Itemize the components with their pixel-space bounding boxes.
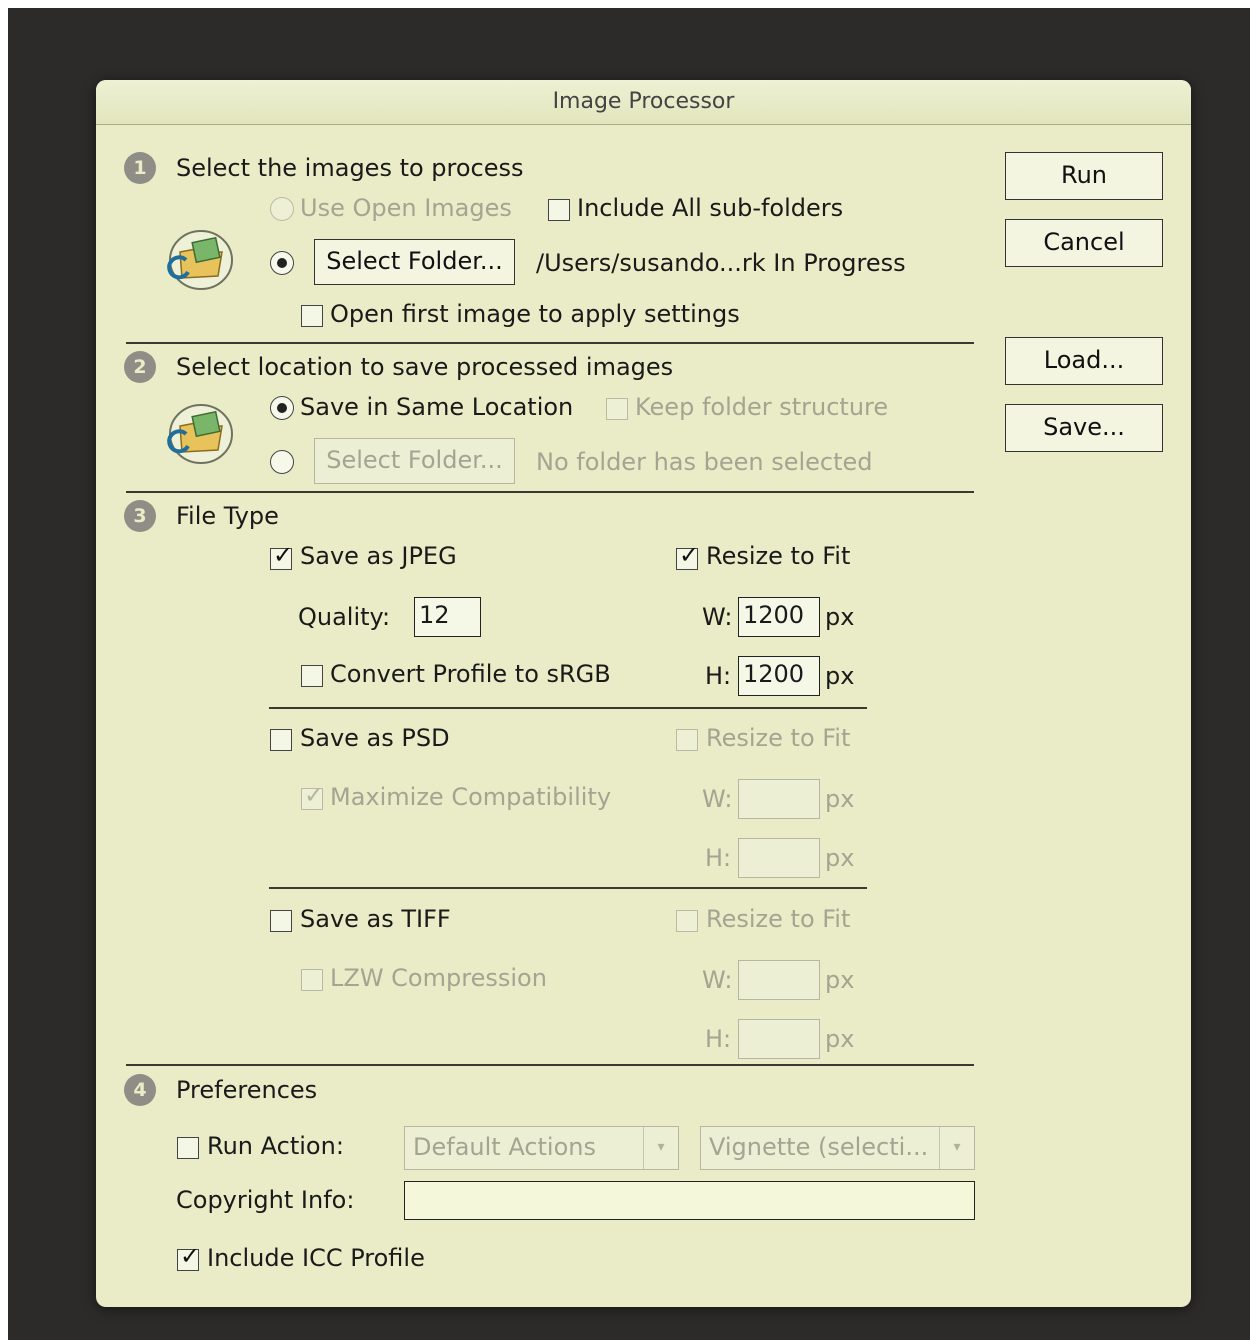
psd-height-label: H: — [705, 844, 732, 872]
convert-srgb-label: Convert Profile to sRGB — [330, 660, 611, 688]
jpeg-resize-to-fit-label: Resize to Fit — [706, 542, 851, 570]
tiff-width-unit: px — [825, 966, 855, 994]
section4-heading: Preferences — [176, 1076, 318, 1104]
tiff-height-unit: px — [825, 1025, 855, 1053]
run-action-label: Run Action: — [207, 1132, 344, 1160]
psd-width-label: W: — [702, 785, 733, 813]
select-folder-radio[interactable] — [270, 251, 294, 275]
jpeg-height-unit: px — [825, 662, 855, 690]
folder-image-icon — [167, 404, 233, 464]
jpeg-height-field[interactable]: 1200 — [738, 656, 820, 696]
maximize-compatibility-checkbox[interactable]: ✓ — [301, 783, 324, 810]
save-same-location-label: Save in Same Location — [300, 393, 574, 421]
checkmark-icon: ✓ — [273, 541, 294, 569]
include-icc-label: Include ICC Profile — [207, 1244, 425, 1272]
save-as-psd-label: Save as PSD — [300, 724, 450, 752]
tiff-height-field[interactable] — [738, 1019, 820, 1059]
lzw-compression-label: LZW Compression — [330, 964, 547, 992]
tiff-resize-to-fit-label: Resize to Fit — [706, 905, 851, 933]
jpeg-quality-field[interactable]: 12 — [414, 597, 481, 637]
copyright-field[interactable] — [404, 1181, 975, 1220]
convert-srgb-checkbox[interactable] — [301, 665, 323, 687]
jpeg-width-unit: px — [825, 603, 855, 631]
psd-resize-to-fit-label: Resize to Fit — [706, 724, 851, 752]
radio-selected-dot — [277, 258, 287, 268]
dialog-title: Image Processor — [96, 80, 1191, 125]
tiff-width-field[interactable] — [738, 960, 820, 1000]
step-1-badge: 1 — [124, 152, 156, 184]
section-divider — [126, 491, 974, 493]
run-action-checkbox[interactable] — [177, 1137, 199, 1159]
run-button[interactable]: Run — [1005, 152, 1163, 200]
section1-heading: Select the images to process — [176, 154, 524, 182]
save-as-tiff-label: Save as TIFF — [300, 905, 451, 933]
image-processor-dialog: Image Processor 1 Select the images to p… — [96, 80, 1191, 1307]
folder-image-icon — [167, 230, 233, 290]
use-open-images-label: Use Open Images — [300, 194, 512, 222]
radio-selected-dot — [277, 403, 287, 413]
include-subfolders-checkbox[interactable] — [548, 199, 570, 221]
step-4-badge: 4 — [124, 1074, 156, 1106]
action-set-value: Default Actions — [413, 1133, 596, 1161]
jpeg-width-label: W: — [702, 603, 733, 631]
tiff-width-label: W: — [702, 966, 733, 994]
include-subfolders-label: Include All sub-folders — [577, 194, 844, 222]
section-divider — [126, 1064, 974, 1066]
checkmark-icon: ✓ — [679, 541, 700, 569]
keep-folder-structure-checkbox[interactable] — [606, 398, 628, 420]
load-button[interactable]: Load... — [1005, 337, 1163, 385]
action-set-dropdown[interactable]: Default Actions ▾ — [404, 1126, 679, 1170]
jpeg-quality-label: Quality: — [298, 603, 391, 631]
checkmark-icon: ✓ — [304, 781, 325, 809]
psd-resize-to-fit-checkbox[interactable] — [676, 729, 698, 751]
copyright-label: Copyright Info: — [176, 1186, 355, 1214]
section-divider — [126, 342, 974, 344]
psd-width-field[interactable] — [738, 779, 820, 819]
filetype-divider — [269, 707, 867, 709]
save-as-jpeg-checkbox[interactable]: ✓ — [270, 543, 293, 570]
maximize-compatibility-label: Maximize Compatibility — [330, 783, 612, 811]
psd-width-unit: px — [825, 785, 855, 813]
include-icc-checkbox[interactable]: ✓ — [177, 1244, 200, 1271]
source-folder-path: /Users/susando...rk In Progress — [536, 249, 906, 277]
keep-folder-structure-label: Keep folder structure — [635, 393, 889, 421]
filetype-divider — [269, 887, 867, 889]
lzw-compression-checkbox[interactable] — [301, 969, 323, 991]
chevron-down-icon: ▾ — [939, 1127, 974, 1169]
section2-heading: Select location to save processed images — [176, 353, 674, 381]
psd-height-unit: px — [825, 844, 855, 872]
select-destination-folder-button[interactable]: Select Folder... — [314, 438, 515, 484]
use-open-images-radio[interactable] — [270, 197, 294, 221]
checkmark-icon: ✓ — [180, 1242, 201, 1270]
save-button[interactable]: Save... — [1005, 404, 1163, 452]
jpeg-width-field[interactable]: 1200 — [738, 597, 820, 637]
jpeg-height-label: H: — [705, 662, 732, 690]
tiff-resize-to-fit-checkbox[interactable] — [676, 910, 698, 932]
select-source-folder-button[interactable]: Select Folder... — [314, 239, 515, 285]
destination-folder-status: No folder has been selected — [536, 448, 873, 476]
open-first-image-checkbox[interactable] — [301, 305, 323, 327]
save-same-location-radio[interactable] — [270, 396, 294, 420]
open-first-image-label: Open first image to apply settings — [330, 300, 740, 328]
jpeg-resize-to-fit-checkbox[interactable]: ✓ — [676, 543, 699, 570]
psd-height-field[interactable] — [738, 838, 820, 878]
tiff-height-label: H: — [705, 1025, 732, 1053]
step-3-badge: 3 — [124, 500, 156, 532]
step-2-badge: 2 — [124, 351, 156, 383]
save-as-tiff-checkbox[interactable] — [270, 910, 292, 932]
chevron-down-icon: ▾ — [643, 1127, 678, 1169]
section3-heading: File Type — [176, 502, 279, 530]
select-destination-radio[interactable] — [270, 450, 294, 474]
save-as-psd-checkbox[interactable] — [270, 729, 292, 751]
action-dropdown[interactable]: Vignette (selecti... ▾ — [700, 1126, 975, 1170]
action-value: Vignette (selecti... — [709, 1133, 929, 1161]
save-as-jpeg-label: Save as JPEG — [300, 542, 457, 570]
cancel-button[interactable]: Cancel — [1005, 219, 1163, 267]
